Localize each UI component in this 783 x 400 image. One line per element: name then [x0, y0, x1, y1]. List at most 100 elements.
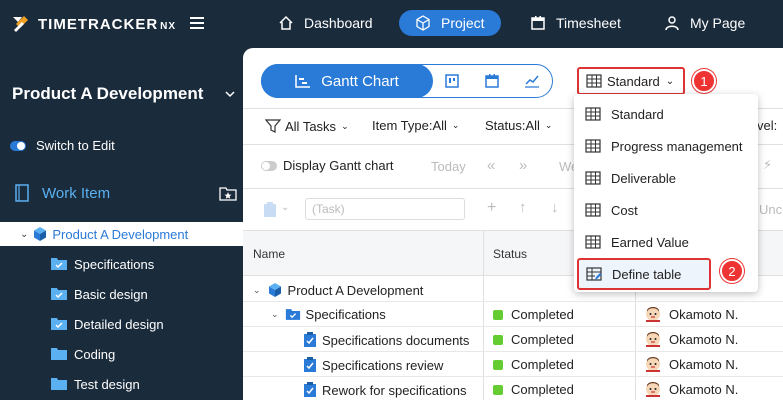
menu-item-standard[interactable]: Standard — [574, 98, 758, 130]
work-item-label: Work Item — [42, 184, 111, 202]
menu-item-earned-value[interactable]: Earned Value — [574, 226, 758, 258]
table-icon — [585, 171, 601, 185]
top-bar: TIMETRACKER NX Dashboard Project Timeshee… — [0, 0, 783, 48]
nav-project[interactable]: Project — [399, 10, 501, 36]
row-name-label: Rework for specifications — [322, 382, 467, 398]
prev-double-icon[interactable]: « — [487, 157, 495, 174]
arrow-down-icon[interactable]: ↓ — [551, 199, 559, 216]
table-row[interactable]: Specifications review Completed Okamoto … — [243, 352, 783, 377]
filter-level[interactable]: vel: — [757, 118, 777, 133]
row-name-label: Specifications — [305, 307, 386, 322]
tree-item[interactable]: Basic design — [50, 284, 148, 304]
undo-button[interactable]: Unc — [759, 202, 782, 217]
task-check-icon — [304, 382, 316, 397]
row-name-label: Specifications review — [322, 357, 444, 373]
switch-label: Switch to Edit — [36, 138, 115, 153]
today-button[interactable]: Today — [431, 159, 466, 174]
nav-label: Project — [441, 15, 485, 31]
cube-icon — [34, 227, 47, 241]
chevron-down-icon[interactable]: ⌄ — [271, 309, 279, 320]
menu-item-label: Progress management — [611, 138, 743, 154]
chevron-down-icon[interactable] — [224, 88, 236, 103]
table-row[interactable]: Rework for specifications Completed Okam… — [243, 377, 783, 400]
status-label: Completed — [511, 357, 574, 372]
column-header-status[interactable]: Status — [493, 247, 527, 261]
tree-item[interactable]: Detailed design — [50, 314, 164, 334]
nav-timesheet[interactable]: Timesheet — [530, 10, 621, 36]
logo-text: TIMETRACKER NX — [38, 15, 177, 33]
nav-label: Timesheet — [556, 15, 621, 31]
clipboard-icon[interactable] — [263, 202, 277, 218]
table-icon — [586, 74, 602, 88]
folder-check-icon — [51, 258, 67, 270]
display-gantt-label: Display Gantt chart — [283, 158, 394, 173]
row-status: Completed — [493, 307, 574, 322]
add-icon[interactable]: + — [487, 199, 496, 217]
nav-dashboard[interactable]: Dashboard — [278, 10, 373, 36]
tree-item[interactable]: Specifications — [50, 254, 154, 274]
filter-all-tasks[interactable]: All Tasks ⌄ — [265, 118, 349, 134]
gantt-chart-button[interactable]: Gantt Chart — [261, 64, 433, 98]
chevron-down-icon[interactable]: ⌄ — [20, 229, 28, 240]
row-name: ⌄ Specifications — [271, 307, 386, 322]
menu-item-deliverable[interactable]: Deliverable — [574, 162, 758, 194]
folder-check-icon — [51, 318, 67, 330]
filter-item-type[interactable]: Item Type:All ⌄ — [372, 118, 459, 133]
toggle-icon[interactable] — [10, 140, 26, 151]
tree-item-root[interactable]: ⌄ Product A Development — [0, 222, 243, 246]
arrow-up-icon[interactable]: ↑ — [519, 199, 527, 216]
status-dot — [493, 384, 503, 395]
menu-item-progress-management[interactable]: Progress management — [574, 130, 758, 162]
view-dropdown[interactable]: Standard ⌄ — [577, 67, 685, 95]
tree-item[interactable]: Coding — [50, 344, 115, 364]
logo-mark-icon — [10, 12, 34, 36]
menu-item-label: Define table — [612, 266, 682, 282]
row-name-label: Specifications documents — [322, 332, 470, 348]
folder-check-icon — [51, 288, 67, 300]
column-header-name[interactable]: Name — [253, 247, 285, 261]
project-title[interactable]: Product A Development — [12, 84, 203, 104]
status-label: Completed — [511, 382, 574, 397]
folder-star-icon[interactable] — [219, 185, 237, 204]
filter-label: Status:All — [485, 118, 540, 133]
chevron-down-icon: ⌄ — [341, 120, 349, 131]
display-gantt-toggle[interactable]: Display Gantt chart — [261, 158, 394, 173]
table-row[interactable]: ⌄ Specifications Completed Okamoto N. — [243, 302, 783, 327]
app-logo[interactable]: TIMETRACKER NX — [10, 10, 176, 38]
cube-icon — [416, 15, 430, 31]
row-status: Completed — [493, 332, 574, 347]
task-input[interactable]: (Task) — [305, 198, 465, 220]
tree-item-label: Test design — [74, 376, 140, 392]
menu-item-label: Deliverable — [611, 170, 677, 186]
table-row[interactable]: Specifications documents Completed Okamo… — [243, 327, 783, 352]
next-double-icon[interactable]: » — [519, 157, 527, 174]
work-item-header[interactable]: Work Item — [14, 184, 110, 202]
folder-icon — [51, 378, 67, 390]
status-label: Completed — [511, 307, 574, 322]
status-dot — [493, 334, 503, 345]
toggle-icon[interactable] — [261, 160, 277, 171]
status-dot — [493, 309, 503, 320]
menu-item-define-table[interactable]: Define table — [577, 258, 711, 290]
board-icon[interactable] — [444, 73, 460, 89]
filter-icon — [265, 119, 281, 133]
tree-item-label: Specifications — [74, 256, 155, 272]
hamburger-menu-icon[interactable] — [188, 14, 206, 32]
row-name-label: Product A Development — [287, 282, 424, 298]
chart-icon[interactable] — [524, 73, 540, 89]
switch-to-edit[interactable]: Switch to Edit — [10, 138, 115, 153]
nav-my-page[interactable]: My Page — [664, 10, 745, 36]
calendar-icon[interactable] — [484, 73, 500, 89]
chevron-down-icon[interactable]: ⌄ — [281, 202, 289, 213]
bolt-icon[interactable]: ⚡ — [763, 157, 772, 173]
chevron-down-icon[interactable]: ⌄ — [253, 285, 261, 296]
row-assignee: Okamoto N. — [645, 381, 738, 397]
menu-item-cost[interactable]: Cost — [574, 194, 758, 226]
filter-status[interactable]: Status:All ⌄ — [485, 118, 552, 133]
assignee-label: Okamoto N. — [669, 331, 739, 347]
menu-item-label: Standard — [611, 106, 664, 122]
chevron-down-icon: ⌄ — [665, 75, 675, 87]
row-assignee: Okamoto N. — [645, 356, 738, 372]
tree-item[interactable]: Test design — [50, 374, 140, 394]
status-dot — [493, 359, 503, 370]
